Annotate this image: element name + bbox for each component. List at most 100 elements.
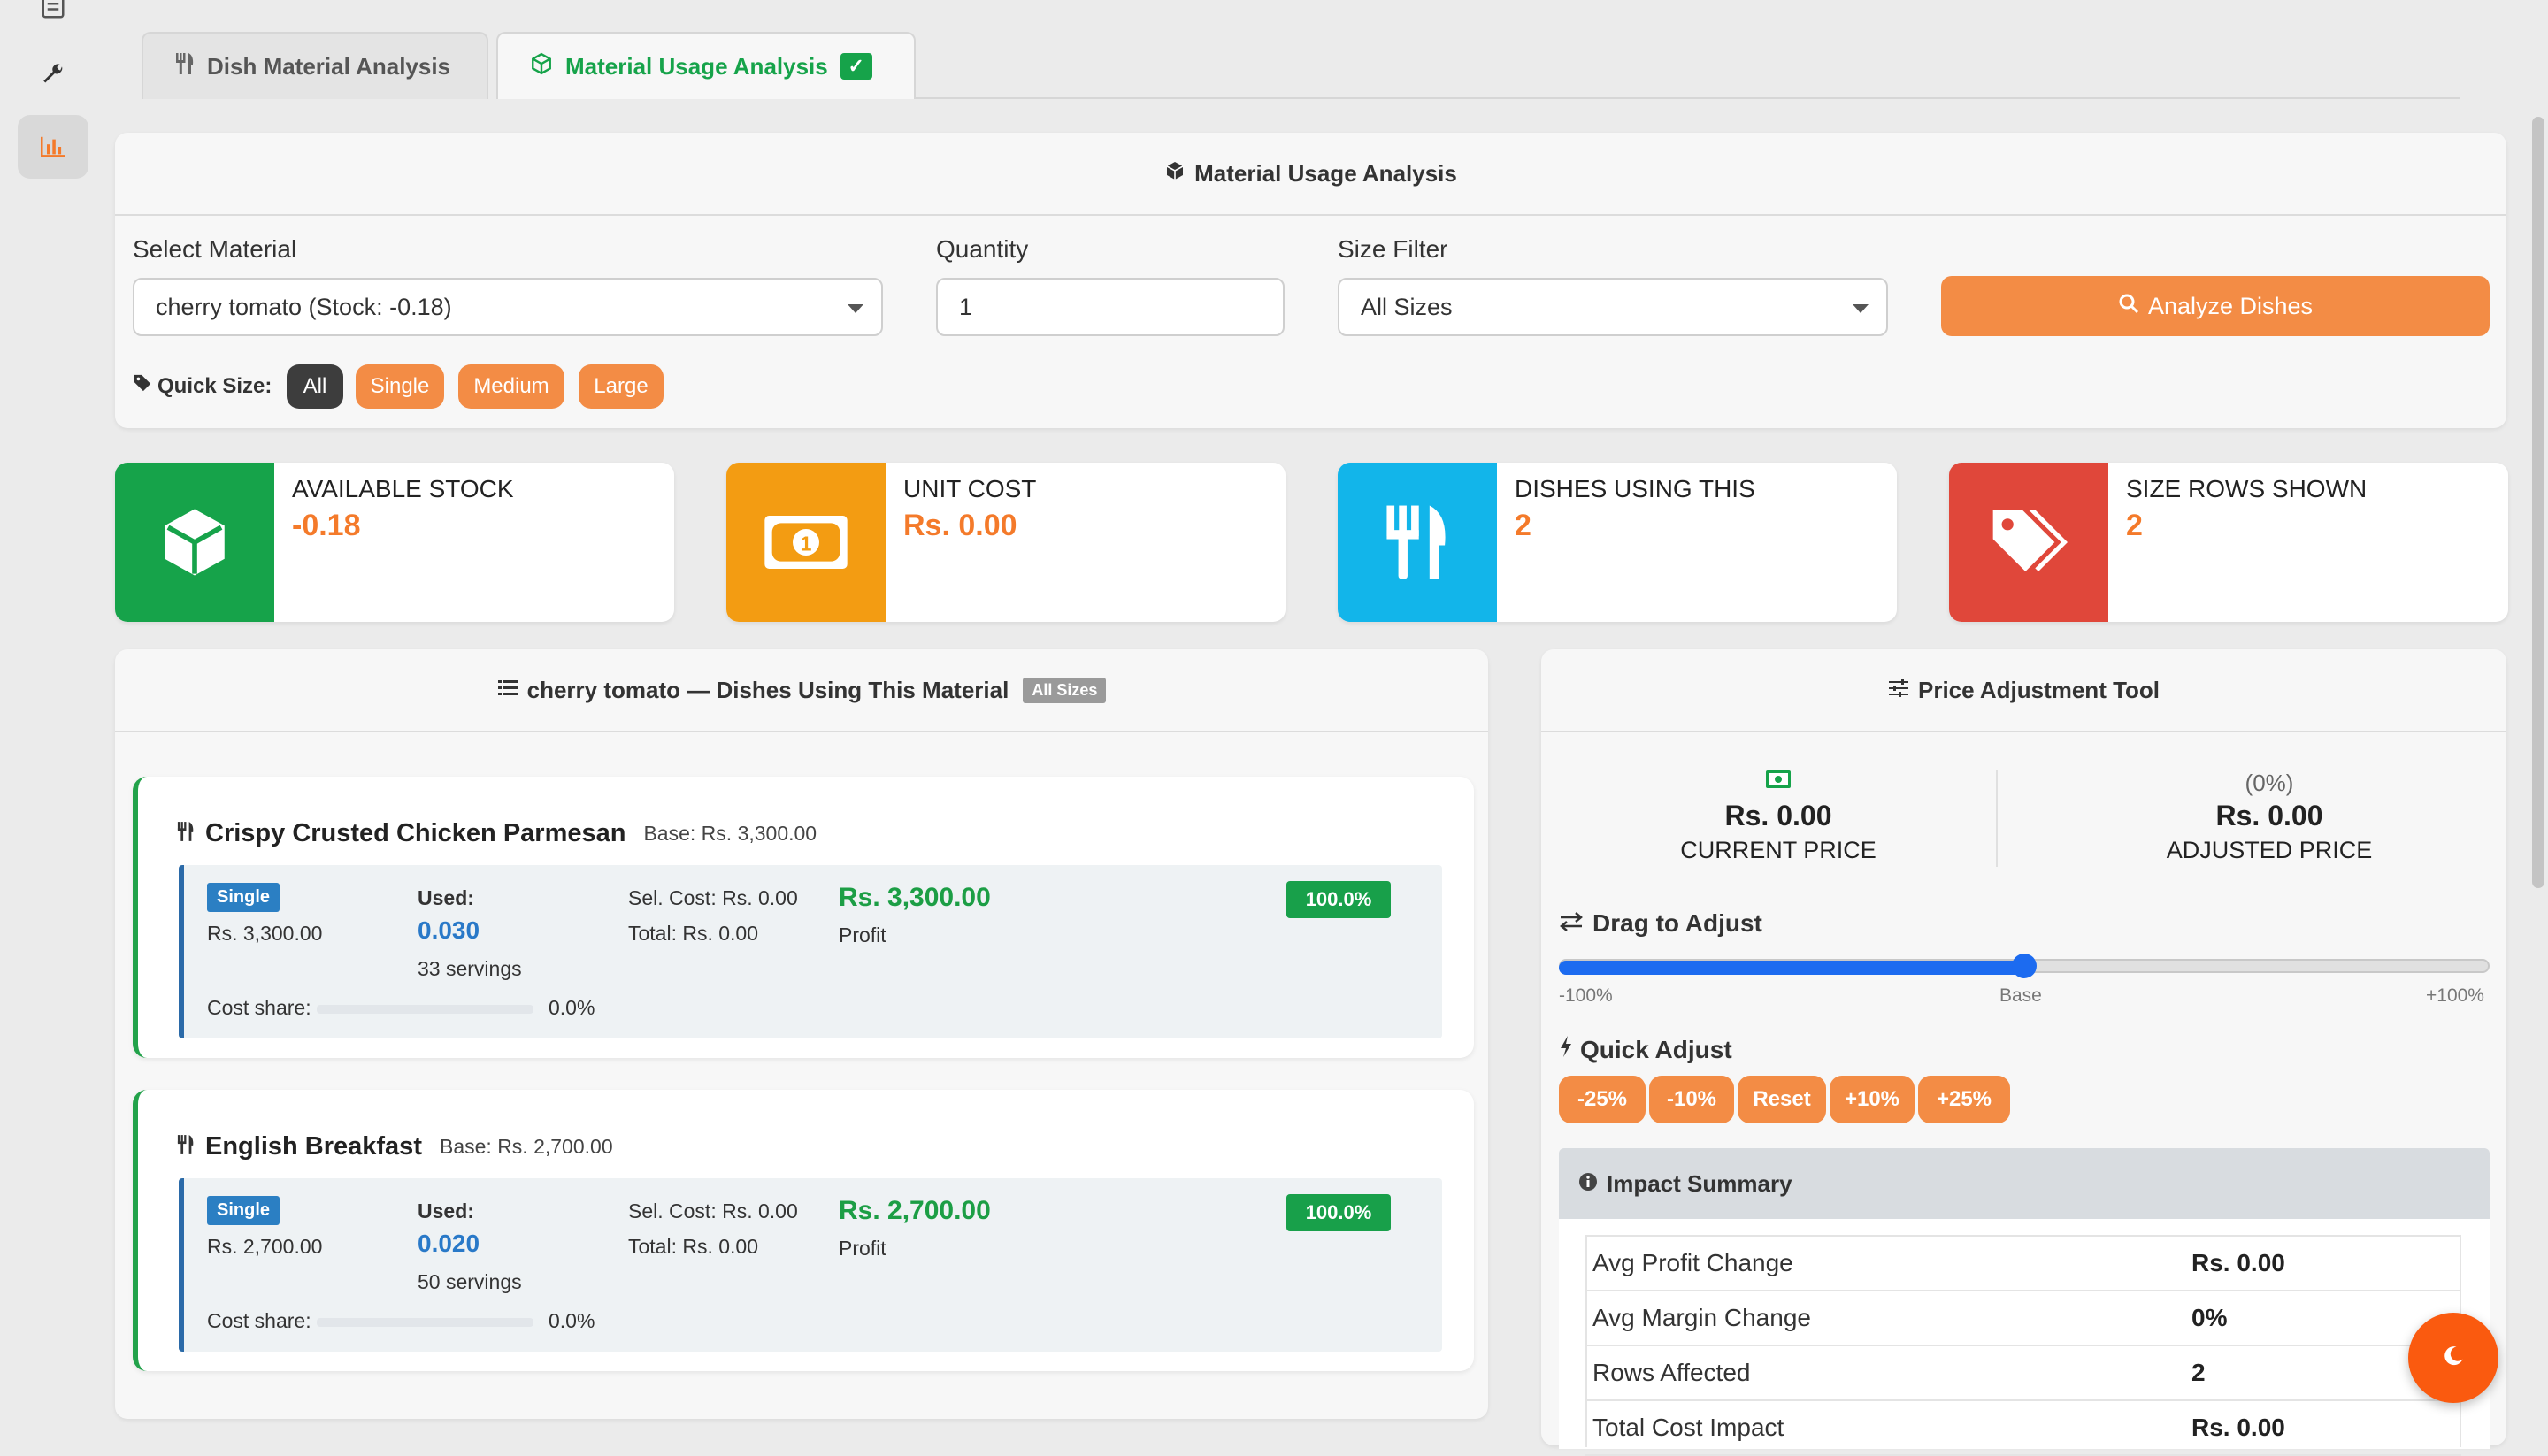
utensils-icon xyxy=(175,52,195,81)
stat-available-stock: AVAILABLE STOCK -0.18 xyxy=(115,463,674,622)
filter-card-title: Material Usage Analysis xyxy=(1194,159,1457,187)
dish-title: Crispy Crusted Chicken Parmesan Base: Rs… xyxy=(177,819,817,848)
wrench-icon[interactable] xyxy=(18,42,88,106)
stat-dishes-using: DISHES USING THIS 2 xyxy=(1338,463,1897,622)
dish-base-price: Base: Rs. 3,300.00 xyxy=(643,822,817,845)
theme-toggle-button[interactable] xyxy=(2408,1313,2498,1403)
quick-size-large[interactable]: Large xyxy=(579,364,664,409)
dish-card: Crispy Crusted Chicken Parmesan Base: Rs… xyxy=(133,777,1474,1058)
total-cost: Total: Rs. 0.00 xyxy=(628,922,759,945)
utensils-icon xyxy=(177,820,195,847)
list-icon[interactable] xyxy=(18,0,88,39)
used-label: Used: xyxy=(418,1199,474,1222)
stat-unit-cost: 1 UNIT COST Rs. 0.00 xyxy=(726,463,1286,622)
drag-label: Drag to Adjust xyxy=(1592,909,1762,937)
all-sizes-badge: All Sizes xyxy=(1023,677,1107,703)
quick-adjust-label: Quick Adjust xyxy=(1580,1035,1732,1063)
chevron-down-icon xyxy=(1853,304,1869,313)
price-divider xyxy=(1996,770,1998,867)
impact-summary-title: Impact Summary xyxy=(1607,1169,1792,1197)
adjust-minus-10-button[interactable]: -10% xyxy=(1649,1076,1734,1123)
cube-icon xyxy=(530,52,553,81)
stat-value: -0.18 xyxy=(292,509,361,542)
adjust-plus-25-button[interactable]: +25% xyxy=(1918,1076,2010,1123)
used-label: Used: xyxy=(418,886,474,909)
profit-label: Profit xyxy=(839,1237,886,1260)
quick-size-single[interactable]: Single xyxy=(356,364,444,409)
moon-icon xyxy=(2441,1344,2466,1373)
filter-card-header: Material Usage Analysis xyxy=(115,133,2506,216)
profit-label: Profit xyxy=(839,923,886,946)
size-badge: Single xyxy=(207,883,280,912)
margin-badge: 100.0% xyxy=(1286,881,1391,918)
cost-share-bar xyxy=(317,1005,533,1014)
stat-value: Rs. 0.00 xyxy=(903,509,1017,542)
impact-row: Avg Margin Change 0% xyxy=(1585,1290,2461,1346)
quantity-input[interactable]: 1 xyxy=(936,278,1285,336)
cost-share-label: Cost share: xyxy=(207,996,311,1019)
servings: 33 servings xyxy=(418,957,522,980)
analyze-dishes-button[interactable]: Analyze Dishes xyxy=(1941,276,2490,336)
selected-cost: Sel. Cost: Rs. 0.00 xyxy=(628,1199,798,1222)
stat-value: 2 xyxy=(2126,509,2143,542)
quick-adjust: Quick Adjust xyxy=(1559,1035,1732,1064)
select-material-label: Select Material xyxy=(133,235,297,263)
tag-icon xyxy=(133,373,152,399)
stat-label: SIZE ROWS SHOWN xyxy=(2126,475,2368,502)
dish-size-row: Single Rs. 3,300.00 Used: 0.030 33 servi… xyxy=(179,865,1442,1038)
adjust-plus-10-button[interactable]: +10% xyxy=(1830,1076,1915,1123)
slider-fill xyxy=(1559,961,2024,975)
impact-value: Rs. 0.00 xyxy=(2191,1414,2285,1441)
current-price-label: CURRENT PRICE xyxy=(1680,837,1876,863)
dish-size-row: Single Rs. 2,700.00 Used: 0.020 50 servi… xyxy=(179,1178,1442,1352)
slider-thumb[interactable] xyxy=(2012,954,2037,978)
list-icon xyxy=(497,677,518,704)
quantity-label: Quantity xyxy=(936,235,1029,263)
stat-label: UNIT COST xyxy=(903,475,1037,502)
adjust-minus-25-button[interactable]: -25% xyxy=(1559,1076,1646,1123)
sliders-icon xyxy=(1888,677,1909,704)
quick-size-label: Quick Size: xyxy=(157,373,272,398)
scrollbar-thumb[interactable] xyxy=(2532,117,2544,888)
cube-icon xyxy=(1164,160,1186,188)
size-filter-select[interactable]: All Sizes xyxy=(1338,278,1888,336)
profit-value: Rs. 3,300.00 xyxy=(839,883,991,912)
utensils-icon xyxy=(177,1133,195,1161)
stat-size-rows: SIZE ROWS SHOWN 2 xyxy=(1949,463,2508,622)
analyze-dishes-label: Analyze Dishes xyxy=(2147,292,2314,319)
servings: 50 servings xyxy=(418,1270,522,1293)
dishes-panel-header: cherry tomato — Dishes Using This Materi… xyxy=(115,649,1488,732)
cost-share-value: 0.0% xyxy=(549,996,595,1019)
slider-min-label: -100% xyxy=(1559,985,1613,1006)
dish-base-price: Base: Rs. 2,700.00 xyxy=(439,1135,613,1158)
impact-label: Total Cost Impact xyxy=(1592,1414,1784,1441)
tab-dish-material-analysis[interactable]: Dish Material Analysis xyxy=(142,32,488,99)
quick-size-all[interactable]: All xyxy=(287,364,343,409)
drag-to-adjust: Drag to Adjust xyxy=(1559,909,1762,938)
svg-text:1: 1 xyxy=(801,532,812,555)
utensils-icon xyxy=(1338,463,1497,622)
search-icon xyxy=(2118,293,2139,320)
impact-row: Rows Affected 2 xyxy=(1585,1345,2461,1401)
check-icon: ✓ xyxy=(840,53,872,80)
bolt-icon xyxy=(1559,1035,1573,1064)
tab-divider xyxy=(916,97,2460,99)
dish-title: English Breakfast Base: Rs. 2,700.00 xyxy=(177,1132,613,1161)
impact-label: Rows Affected xyxy=(1592,1359,1751,1386)
chart-icon[interactable] xyxy=(18,115,88,179)
size-filter-value: All Sizes xyxy=(1361,293,1453,320)
stat-label: AVAILABLE STOCK xyxy=(292,475,514,502)
used-value: 0.030 xyxy=(418,916,480,944)
material-select-value: cherry tomato (Stock: -0.18) xyxy=(156,293,452,320)
impact-value: 2 xyxy=(2191,1359,2206,1386)
size-filter-label: Size Filter xyxy=(1338,235,1448,263)
impact-value: 0% xyxy=(2191,1304,2228,1331)
price-tool-header: Price Adjustment Tool xyxy=(1541,649,2506,732)
info-icon xyxy=(1578,1170,1598,1198)
quantity-value: 1 xyxy=(959,293,973,320)
quick-size-medium[interactable]: Medium xyxy=(458,364,564,409)
tab-material-usage-analysis[interactable]: Material Usage Analysis ✓ xyxy=(496,32,916,99)
material-select[interactable]: cherry tomato (Stock: -0.18) xyxy=(133,278,883,336)
money-bill-icon xyxy=(1765,770,1792,793)
reset-button[interactable]: Reset xyxy=(1738,1076,1826,1123)
